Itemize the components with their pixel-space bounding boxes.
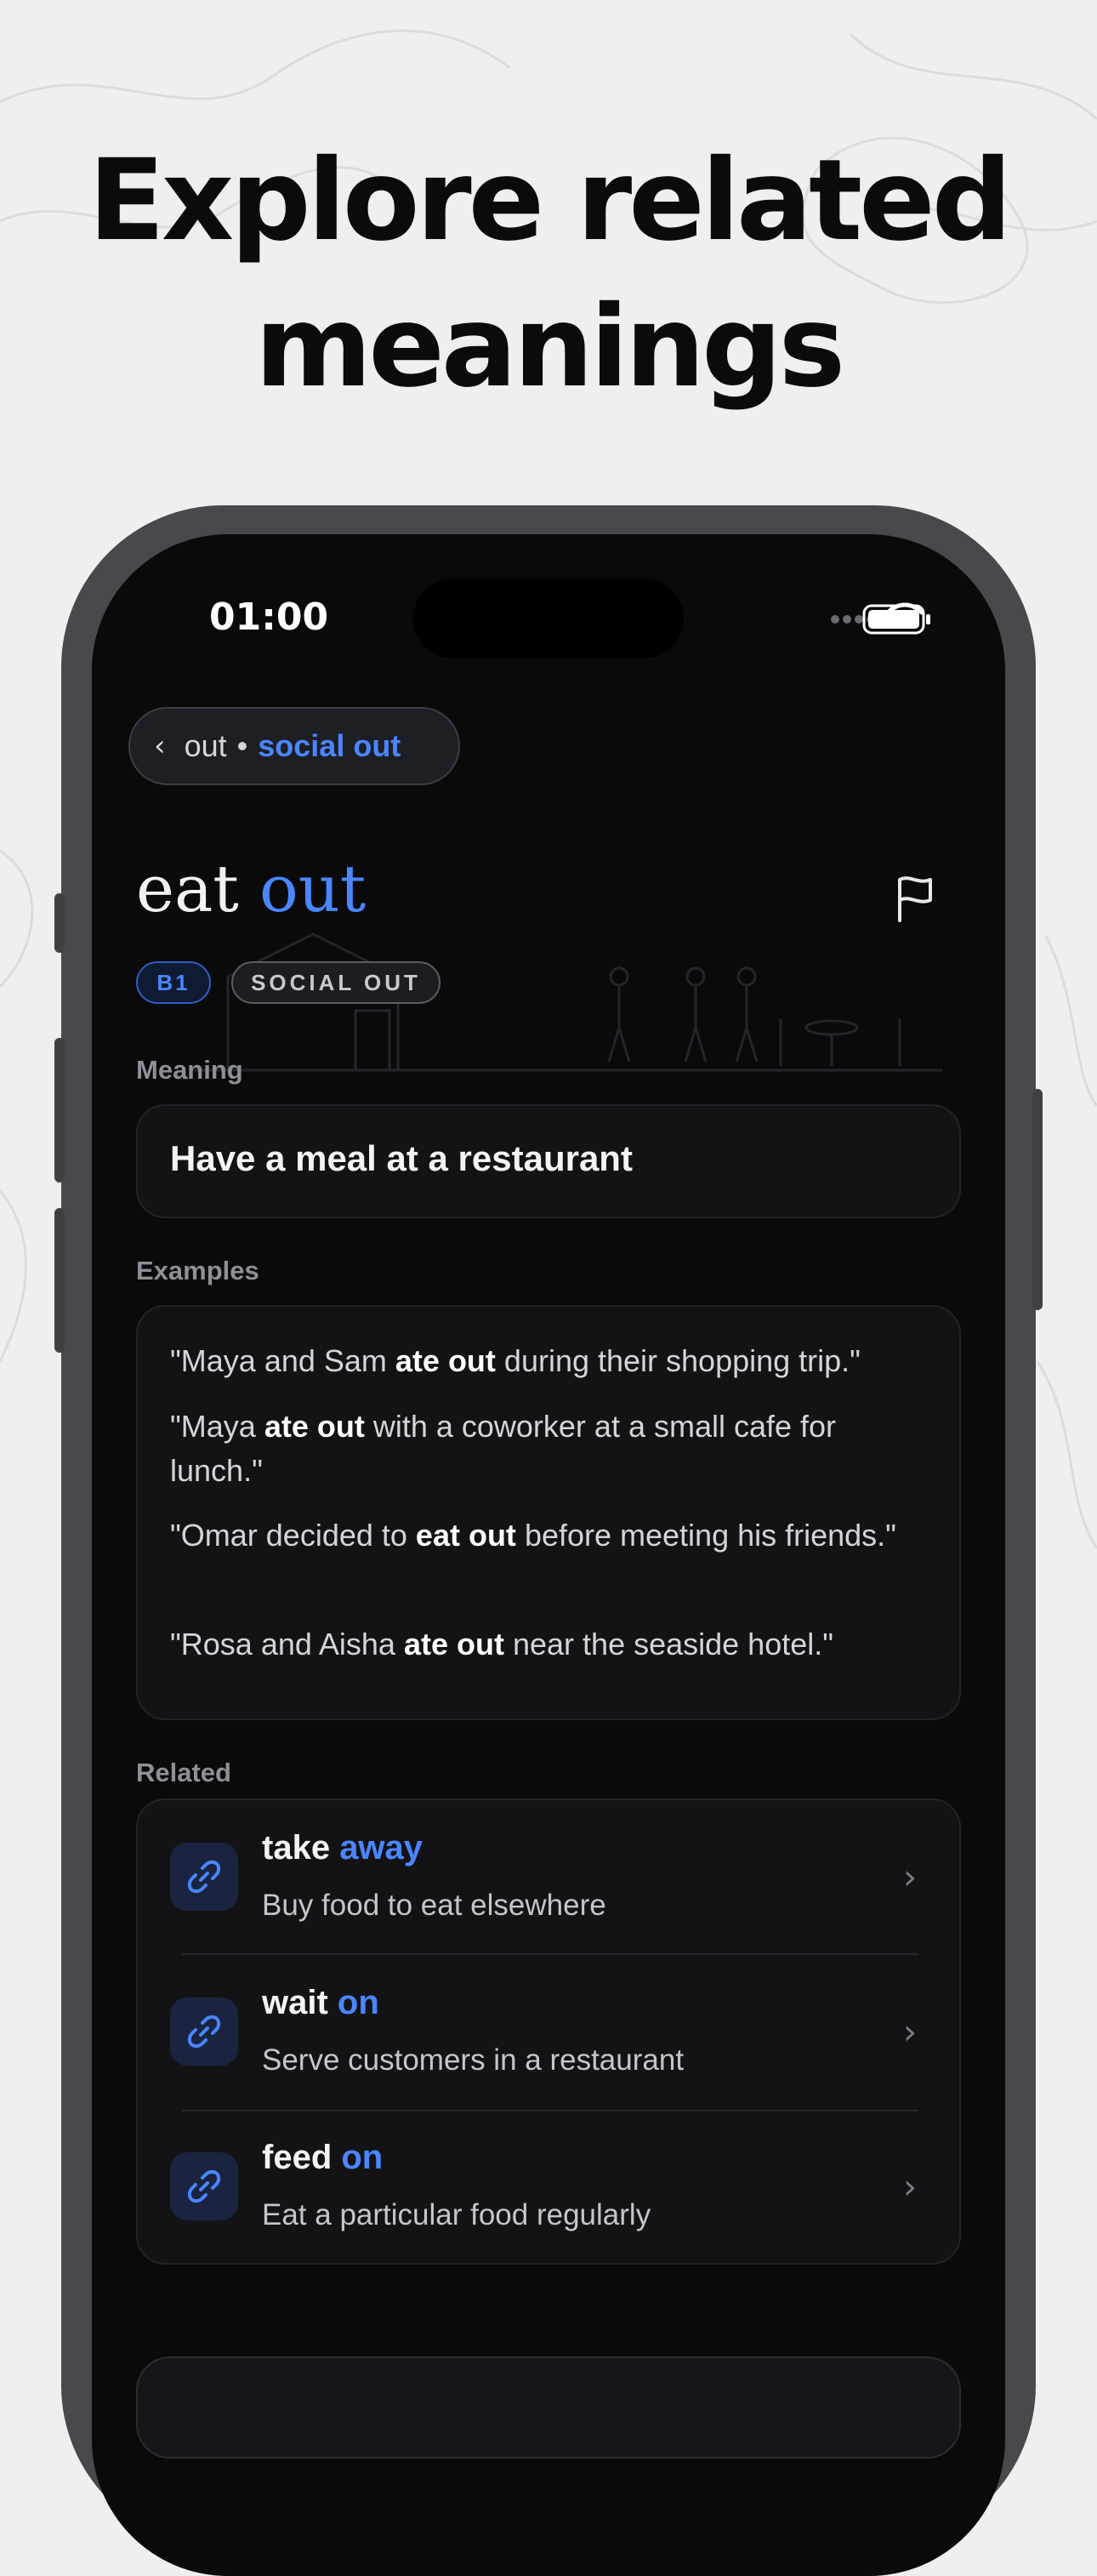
related-definition: Buy food to eat elsewhere [262, 1889, 606, 1922]
related-verb: feed [262, 2139, 333, 2176]
example-text: near the seaside hotel." [503, 1627, 834, 1661]
examples-label: Examples [136, 1256, 259, 1285]
related-item-take-away[interactable]: take away Buy food to eat elsewhere › [138, 1800, 963, 1953]
chevron-right-icon: › [903, 1858, 917, 1897]
link-icon [187, 1860, 221, 1894]
meaning-text: Have a meal at a restaurant [170, 1138, 633, 1178]
related-verb: take [262, 1829, 331, 1866]
headline: Explore related meanings [0, 128, 1097, 420]
headline-line-2: meanings [254, 282, 845, 413]
examples-card: "Maya and Sam ate out during their shopp… [136, 1305, 961, 1720]
entry-verb: eat [136, 851, 239, 926]
related-card: take away Buy food to eat elsewhere › wa… [136, 1798, 961, 2265]
power-button [1032, 1089, 1043, 1310]
example-sentence: "Rosa and Aisha ate out near the seaside… [170, 1622, 935, 1667]
example-highlight: ate out [395, 1343, 496, 1378]
example-sentence: "Maya and Sam ate out during their shopp… [170, 1339, 935, 1383]
related-particle: away [339, 1829, 423, 1866]
related-verb: wait [262, 1984, 328, 2021]
example-text: "Rosa and Aisha [170, 1627, 404, 1661]
related-particle: on [337, 1984, 379, 2021]
breadcrumb[interactable]: ‹ out • social out [128, 707, 460, 785]
volume-up-button [54, 1038, 65, 1183]
breadcrumb-separator: • [236, 728, 248, 763]
related-title: take away [262, 1829, 423, 1867]
dynamic-island [413, 578, 684, 658]
related-label: Related [136, 1758, 231, 1787]
example-text: during their shopping trip." [495, 1343, 861, 1378]
related-item-wait-on[interactable]: wait on Serve customers in a restaurant … [138, 1955, 963, 2108]
example-highlight: ate out [403, 1627, 504, 1661]
link-icon [187, 2015, 221, 2049]
phone-screen: 01:00 ‹ out • social out eat out B1 SOCI… [92, 534, 1005, 2576]
example-text: before meeting his friends." [515, 1518, 896, 1553]
link-icon-container [170, 1843, 238, 1911]
entry-title: eat out [136, 851, 366, 926]
example-sentence: "Omar decided to eat out before meeting … [170, 1513, 935, 1558]
status-time: 01:00 [209, 596, 329, 639]
action-button [54, 893, 65, 953]
report-button[interactable] [872, 856, 958, 941]
example-text: "Omar decided to [170, 1518, 416, 1553]
related-particle: on [341, 2139, 384, 2176]
example-text: "Maya and Sam [170, 1343, 395, 1378]
chevron-left-icon: ‹ [154, 729, 166, 763]
breadcrumb-parent: out [184, 728, 227, 763]
flag-icon [898, 876, 932, 922]
link-icon [187, 2169, 221, 2203]
related-definition: Eat a particular food regularly [262, 2198, 651, 2231]
related-definition: Serve customers in a restaurant [262, 2043, 685, 2077]
volume-down-button [54, 1208, 65, 1353]
breadcrumb-current: social out [258, 728, 401, 763]
meaning-label: Meaning [136, 1055, 243, 1085]
related-title: feed on [262, 2139, 383, 2177]
meaning-card: Have a meal at a restaurant [136, 1104, 961, 1218]
entry-particle: out [259, 851, 367, 926]
headline-line-1: Explore related [88, 135, 1012, 266]
category-badge: SOCIAL OUT [231, 961, 441, 1004]
related-title: wait on [262, 1984, 379, 2022]
chevron-right-icon: › [903, 2013, 917, 2052]
example-highlight: ate out [264, 1409, 365, 1444]
related-item-feed-on[interactable]: feed on Eat a particular food regularly … [138, 2110, 963, 2263]
link-icon-container [170, 1998, 238, 2066]
example-highlight: eat out [415, 1518, 516, 1553]
chevron-right-icon: › [903, 2168, 917, 2207]
example-text: "Maya [170, 1409, 264, 1444]
bottom-action-bar[interactable] [136, 2357, 961, 2459]
example-sentence: "Maya ate out with a coworker at a small… [170, 1405, 935, 1493]
level-badge: B1 [136, 961, 211, 1004]
link-icon-container [170, 2152, 238, 2220]
battery-icon [862, 604, 930, 635]
